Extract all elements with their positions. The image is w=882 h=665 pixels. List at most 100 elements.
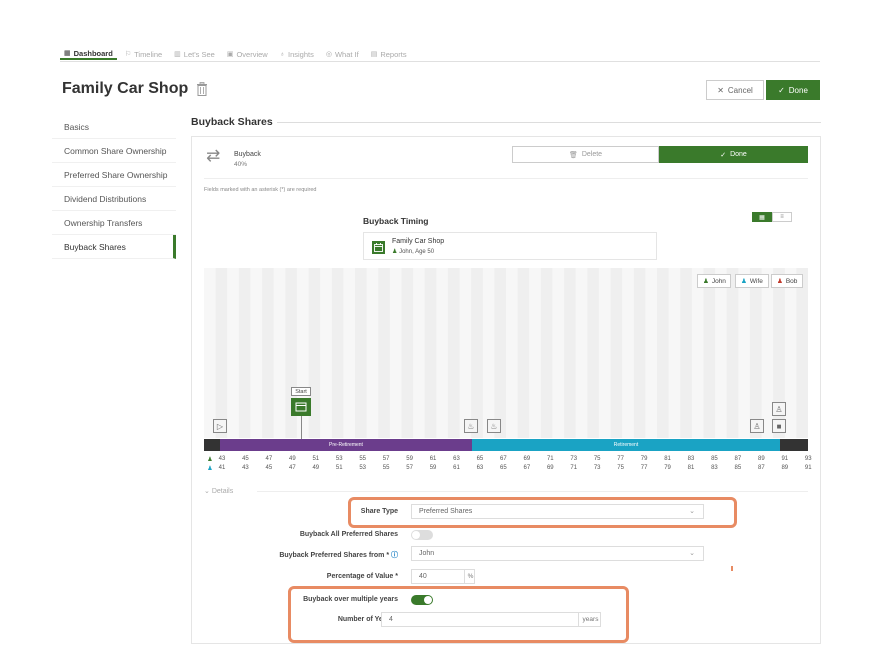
timeline-stripe — [250, 268, 263, 438]
nav-timeline[interactable]: ⚐ Timeline — [121, 48, 166, 60]
delete-button[interactable]: 🗑 Delete — [512, 146, 659, 163]
timeline-stripe — [715, 268, 727, 438]
list-icon: ≡ — [780, 214, 784, 220]
card-done-button[interactable]: ✓ Done — [659, 146, 808, 163]
age-tick-label: 53 — [359, 465, 367, 471]
details-toggle[interactable]: ⌄ Details — [204, 487, 233, 495]
timeline-stripe — [784, 268, 797, 438]
target-icon: ◎ — [325, 51, 332, 58]
age-tick-label: 47 — [265, 456, 273, 462]
timeline-stripe — [529, 268, 541, 438]
stop-icon: ■ — [776, 421, 782, 431]
buyback-all-label: Buyback All Preferred Shares — [299, 531, 398, 538]
nav-dashboard[interactable]: ▦ Dashboard — [60, 48, 117, 60]
start-label: Start — [291, 387, 311, 396]
nav-reports[interactable]: ▤ Reports — [367, 48, 411, 60]
view-toggle: ▦ ≡ — [752, 212, 792, 222]
timeline-stripe — [622, 268, 634, 438]
age-tick-label: 75 — [617, 465, 624, 471]
timeline-stripe — [575, 268, 588, 438]
estate-marker-wife[interactable]: ♙ — [750, 419, 764, 433]
timeline-stripe — [459, 268, 472, 438]
nav-what-if[interactable]: ◎ What If — [322, 48, 363, 60]
bulb-icon: ♁ — [279, 50, 285, 58]
age-tick-label: 79 — [640, 456, 648, 462]
retirement-marker-john[interactable]: ♨ — [464, 419, 478, 433]
sidebar-item-common-share-ownership[interactable]: Common Share Ownership — [52, 139, 176, 163]
sidebar-item-dividend-distributions[interactable]: Dividend Distributions — [52, 187, 176, 211]
age-tick-label: 59 — [406, 456, 413, 462]
timeline-stripe — [343, 268, 355, 438]
rocking-chair-icon: ♨ — [490, 421, 498, 431]
highlight-share-type — [348, 497, 737, 528]
sidebar: Basics Common Share Ownership Preferred … — [52, 115, 176, 259]
end-marker[interactable]: ■ — [772, 419, 786, 433]
chevron-down-icon: ⌄ — [689, 550, 695, 557]
estate-marker[interactable]: ♙ — [772, 402, 786, 416]
age-tick-label: 73 — [570, 456, 578, 462]
age-tick-label: 65 — [500, 465, 507, 471]
buyback-percentage: 40% — [234, 161, 248, 168]
buyback-all-toggle[interactable] — [411, 530, 433, 540]
overview-icon: ▣ — [226, 51, 234, 58]
calendar-view-button[interactable]: ▦ — [752, 212, 772, 222]
age-tick-label: 43 — [218, 456, 226, 462]
buyback-from-select[interactable]: John ⌄ — [411, 546, 704, 561]
age-tick-label: 51 — [312, 456, 320, 462]
timeline-stripe — [482, 268, 495, 438]
details-divider — [257, 491, 808, 492]
age-tick-label: 87 — [758, 465, 765, 471]
check-icon: ✓ — [778, 85, 785, 95]
age-tick-label: 79 — [664, 465, 671, 471]
age-tick-label: 73 — [593, 465, 601, 471]
list-view-button[interactable]: ≡ — [772, 212, 792, 222]
dashboard-icon: ▦ — [64, 50, 71, 57]
age-tick-label: 81 — [687, 465, 695, 471]
nav-overview[interactable]: ▣ Overview — [223, 48, 272, 60]
chevron-down-icon: ⌄ — [204, 488, 210, 495]
title-row: Family Car Shop — [62, 80, 208, 98]
john-age-row: 43 45 47 49 51 53 55 57 59 61 63 65 67 69 71 73 75 77 79 81… — [204, 456, 811, 464]
nav-lets-see[interactable]: ▥ Let's See — [170, 48, 219, 60]
person-icon: ♟ — [741, 278, 747, 285]
age-tick-label: 69 — [523, 456, 531, 462]
cancel-button[interactable]: ✕ Cancel — [706, 80, 764, 100]
timeline-stripe — [738, 268, 750, 438]
trash-icon[interactable] — [196, 82, 208, 96]
entity-name: Family Car Shop — [392, 238, 445, 245]
age-tick-label: 59 — [429, 465, 437, 471]
done-button[interactable]: ✓ Done — [766, 80, 820, 100]
sidebar-item-buyback-shares[interactable]: Buyback Shares — [52, 235, 176, 259]
swap-arrows-icon: ⇄ — [206, 146, 221, 165]
age-tick-label: 61 — [429, 456, 437, 462]
timeline-stripe — [668, 268, 681, 438]
timeline-stripe — [227, 268, 239, 438]
age-tick-label: 51 — [335, 465, 343, 471]
retirement-marker-wife[interactable]: ♨ — [487, 419, 501, 433]
buyback-start-marker[interactable] — [291, 398, 311, 416]
bell-icon: ♙ — [753, 421, 761, 431]
phase-pre-retirement: Pre-Retirement — [220, 439, 472, 451]
sidebar-item-basics[interactable]: Basics — [52, 115, 176, 139]
play-marker[interactable]: ▷ — [213, 419, 227, 433]
timing-entity-card[interactable]: Family Car Shop ♟ John, Age 50 — [363, 232, 657, 260]
flag-icon: ⚐ — [124, 51, 132, 58]
legend-john[interactable]: ♟ John — [697, 274, 731, 288]
page-title: Family Car Shop — [62, 80, 189, 97]
age-tick-label: 63 — [476, 465, 484, 471]
age-tick-label: 67 — [523, 465, 531, 471]
sidebar-item-preferred-share-ownership[interactable]: Preferred Share Ownership — [52, 163, 176, 187]
timing-title: Buyback Timing — [363, 216, 429, 226]
person-icon: ♟ — [207, 466, 213, 472]
age-tick-label: 85 — [734, 465, 742, 471]
info-icon[interactable]: ⓘ — [391, 552, 398, 559]
nav-insights[interactable]: ♁ Insights — [276, 48, 318, 60]
person-icon: ♟ — [777, 278, 783, 285]
percentage-input[interactable]: 40 % — [411, 569, 475, 584]
legend-bob[interactable]: ♟ Bob — [771, 274, 803, 288]
legend-wife[interactable]: ♟ Wife — [735, 274, 769, 288]
sidebar-item-ownership-transfers[interactable]: Ownership Transfers — [52, 211, 176, 235]
age-tick-label: 81 — [664, 456, 671, 462]
person-icon: ♟ — [392, 249, 398, 255]
age-tick-label: 89 — [781, 465, 789, 471]
